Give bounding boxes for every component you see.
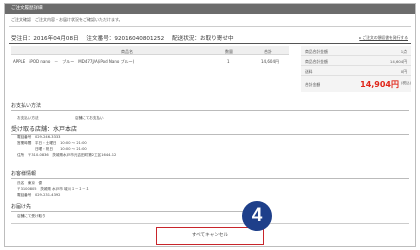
items-table-header: 商品名 数量 合計 xyxy=(11,46,289,55)
store-address: 住所 〒310-0836 茨城県水戸市元吉田町第2工区1644-12 xyxy=(17,153,117,157)
summary-value: 0円 xyxy=(400,69,407,74)
panel-header-bar: ご注文履歴詳細 xyxy=(5,4,415,14)
col-product: 商品名 xyxy=(121,48,133,54)
order-date: 受注日：2016年04月08日 xyxy=(11,36,79,42)
item-name: APPLE iPOD nano － ブルー MD477J/A(iPod Nano… xyxy=(13,59,135,64)
items-table: 商品名 数量 合計 APPLE iPOD nano － ブルー MD477J/A… xyxy=(11,46,289,64)
customer-section: お客様情報 xyxy=(11,170,409,179)
delivery-status: 配送状況：お取り寄せ中 xyxy=(172,36,234,42)
payment-value: 店舗にてお支払い xyxy=(75,116,104,120)
item-subtotal: 14,604円 xyxy=(261,59,279,64)
summary-row: 送料 0円 xyxy=(301,66,411,76)
summary-value: 14,604円 xyxy=(389,59,407,64)
summary-total: 合計金額 14,904円 (税込) xyxy=(301,76,411,92)
summary-value: 1点 xyxy=(400,49,407,54)
col-subtotal: 合計 xyxy=(264,48,272,54)
summary-row: 商品合計金額 1点 xyxy=(301,46,411,56)
store-title: 受け取る店舗：水戸本店 xyxy=(11,124,409,135)
item-qty: 1 xyxy=(227,59,230,64)
order-summary: 商品合計金額 1点 商品合計金額 14,604円 送料 0円 合計金額 14,9… xyxy=(301,46,411,92)
order-number: 注文番号：92016040801252 xyxy=(86,36,165,42)
store-hours-holiday: 日曜・祝日 10:00 ～ 21:00 xyxy=(17,147,87,151)
summary-label: 商品合計金額 xyxy=(305,49,328,54)
step-badge: 4 xyxy=(242,201,272,231)
delivery-title: お届け先 xyxy=(11,203,265,212)
store-hours: 営業時間 平日・土曜日 10:00 ～ 21:00 xyxy=(17,141,87,145)
table-row: APPLE iPOD nano － ブルー MD477J/A(iPod Nano… xyxy=(11,59,289,67)
store-section: 受け取る店舗：水戸本店 xyxy=(11,124,409,135)
total-value: 14,904円 xyxy=(360,80,399,89)
customer-name: 氏名 東京 優 xyxy=(17,181,43,185)
customer-address: 〒3100805 茨城県 水戸市 城川１－１－１ xyxy=(17,187,90,191)
divider xyxy=(9,43,411,44)
intro-text: ご注文確認 ご注文内容・お届け状況をご確認いただけます。 xyxy=(11,17,123,22)
panel-header-title: ご注文履歴詳細 xyxy=(11,6,43,11)
order-info-line: 受注日：2016年04月08日 注文番号：92016040801252 配送状況… xyxy=(11,34,240,42)
total-label: 合計金額 xyxy=(305,82,321,87)
customer-title: お客様情報 xyxy=(11,170,409,179)
payment-label: お支払い方法 xyxy=(17,116,39,120)
payment-title: お支払い方法 xyxy=(11,102,409,111)
cancel-all-button[interactable]: すべてキャンセル xyxy=(156,227,264,245)
payment-section: お支払い方法 xyxy=(11,102,409,111)
summary-label: 送料 xyxy=(305,69,313,74)
divider xyxy=(11,223,409,224)
delivery-value: 店舗にて受け取り xyxy=(17,214,46,218)
store-phone: 電話番号 029-246-3333 xyxy=(17,135,61,139)
delivery-section: お届け先 xyxy=(11,203,265,212)
summary-row: 商品合計金額 14,604円 xyxy=(301,56,411,66)
summary-label: 商品合計金額 xyxy=(305,59,328,64)
col-qty: 数量 xyxy=(225,48,233,54)
tax-note: (税込) xyxy=(401,81,411,85)
divider xyxy=(9,26,411,27)
receipt-link[interactable]: ▸ ご注文の領収書を発行する xyxy=(359,35,408,41)
order-detail-panel: ご注文履歴詳細 ご注文確認 ご注文内容・お届け状況をご確認いただけます。 受注日… xyxy=(4,3,416,247)
customer-phone: 電話番号 029-231-4392 xyxy=(17,193,61,197)
